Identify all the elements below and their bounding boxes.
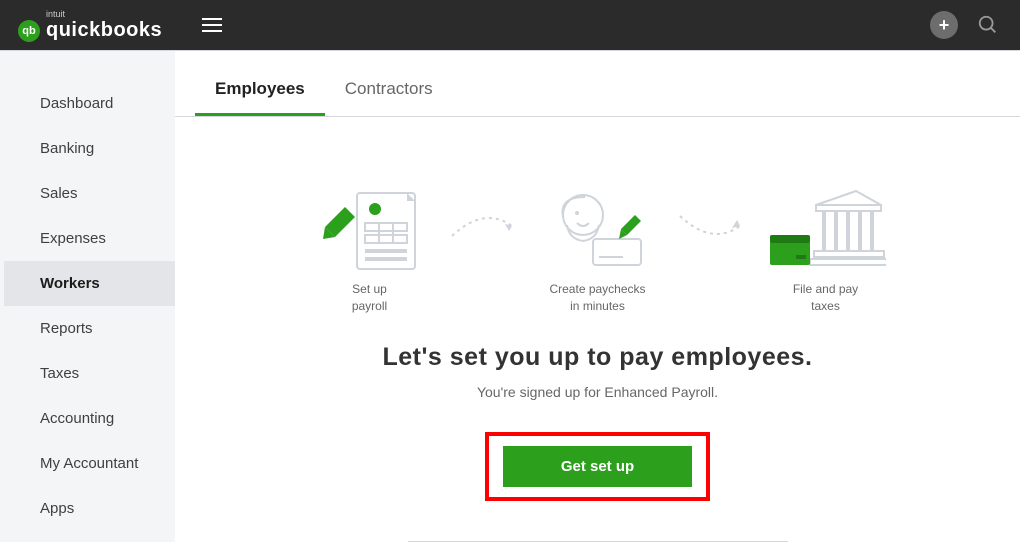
quickbooks-logomark: qb — [18, 20, 40, 42]
step1-line2: payroll — [352, 299, 387, 313]
topbar: qb intuit quickbooks + — [0, 0, 1020, 50]
sidebar-item-reports[interactable]: Reports — [0, 306, 175, 351]
sidebar-item-apps[interactable]: Apps — [0, 486, 175, 531]
sidebar-item-banking[interactable]: Banking — [0, 126, 175, 171]
arrow-icon — [449, 211, 519, 246]
sidebar: Dashboard Banking Sales Expenses Workers… — [0, 51, 175, 542]
step3-line1: File and pay — [793, 282, 858, 296]
tab-employees[interactable]: Employees — [195, 73, 325, 116]
step2-line1: Create paychecks — [549, 282, 645, 296]
create-new-icon[interactable]: + — [930, 11, 958, 39]
tabs: Employees Contractors — [175, 51, 1020, 117]
create-paychecks-icon — [523, 187, 673, 275]
divider — [408, 541, 788, 542]
hero-subline: You're signed up for Enhanced Payroll. — [477, 384, 718, 400]
search-icon[interactable] — [974, 11, 1002, 39]
step-file-pay-taxes: File and pay taxes — [751, 187, 901, 315]
get-set-up-button[interactable]: Get set up — [503, 446, 692, 487]
step-setup-payroll: Set up payroll — [295, 187, 445, 315]
brand-name: quickbooks — [46, 19, 162, 42]
step1-line1: Set up — [352, 282, 387, 296]
sidebar-item-taxes[interactable]: Taxes — [0, 351, 175, 396]
step-create-paychecks: Create paychecks in minutes — [523, 187, 673, 315]
main-panel: Employees Contractors — [175, 51, 1020, 542]
menu-toggle-icon[interactable] — [202, 14, 222, 36]
arrow-icon — [677, 211, 747, 246]
sidebar-item-workers[interactable]: Workers — [0, 261, 175, 306]
sidebar-item-dashboard[interactable]: Dashboard — [0, 81, 175, 126]
brand-logo[interactable]: qb intuit quickbooks — [18, 9, 162, 42]
sidebar-item-accounting[interactable]: Accounting — [0, 396, 175, 441]
sidebar-item-my-accountant[interactable]: My Accountant — [0, 441, 175, 486]
step3-line2: taxes — [811, 299, 840, 313]
brand-parent: intuit — [46, 9, 162, 19]
cta-highlight-frame: Get set up — [485, 432, 710, 501]
onboarding-hero: Set up payroll — [175, 117, 1020, 542]
hero-headline: Let's set you up to pay employees. — [382, 343, 812, 372]
steps-row: Set up payroll — [295, 187, 901, 315]
setup-payroll-icon — [295, 187, 445, 275]
file-pay-taxes-icon — [751, 187, 901, 275]
sidebar-item-expenses[interactable]: Expenses — [0, 216, 175, 261]
tab-contractors[interactable]: Contractors — [325, 73, 453, 116]
sidebar-item-sales[interactable]: Sales — [0, 171, 175, 216]
step2-line2: in minutes — [570, 299, 625, 313]
